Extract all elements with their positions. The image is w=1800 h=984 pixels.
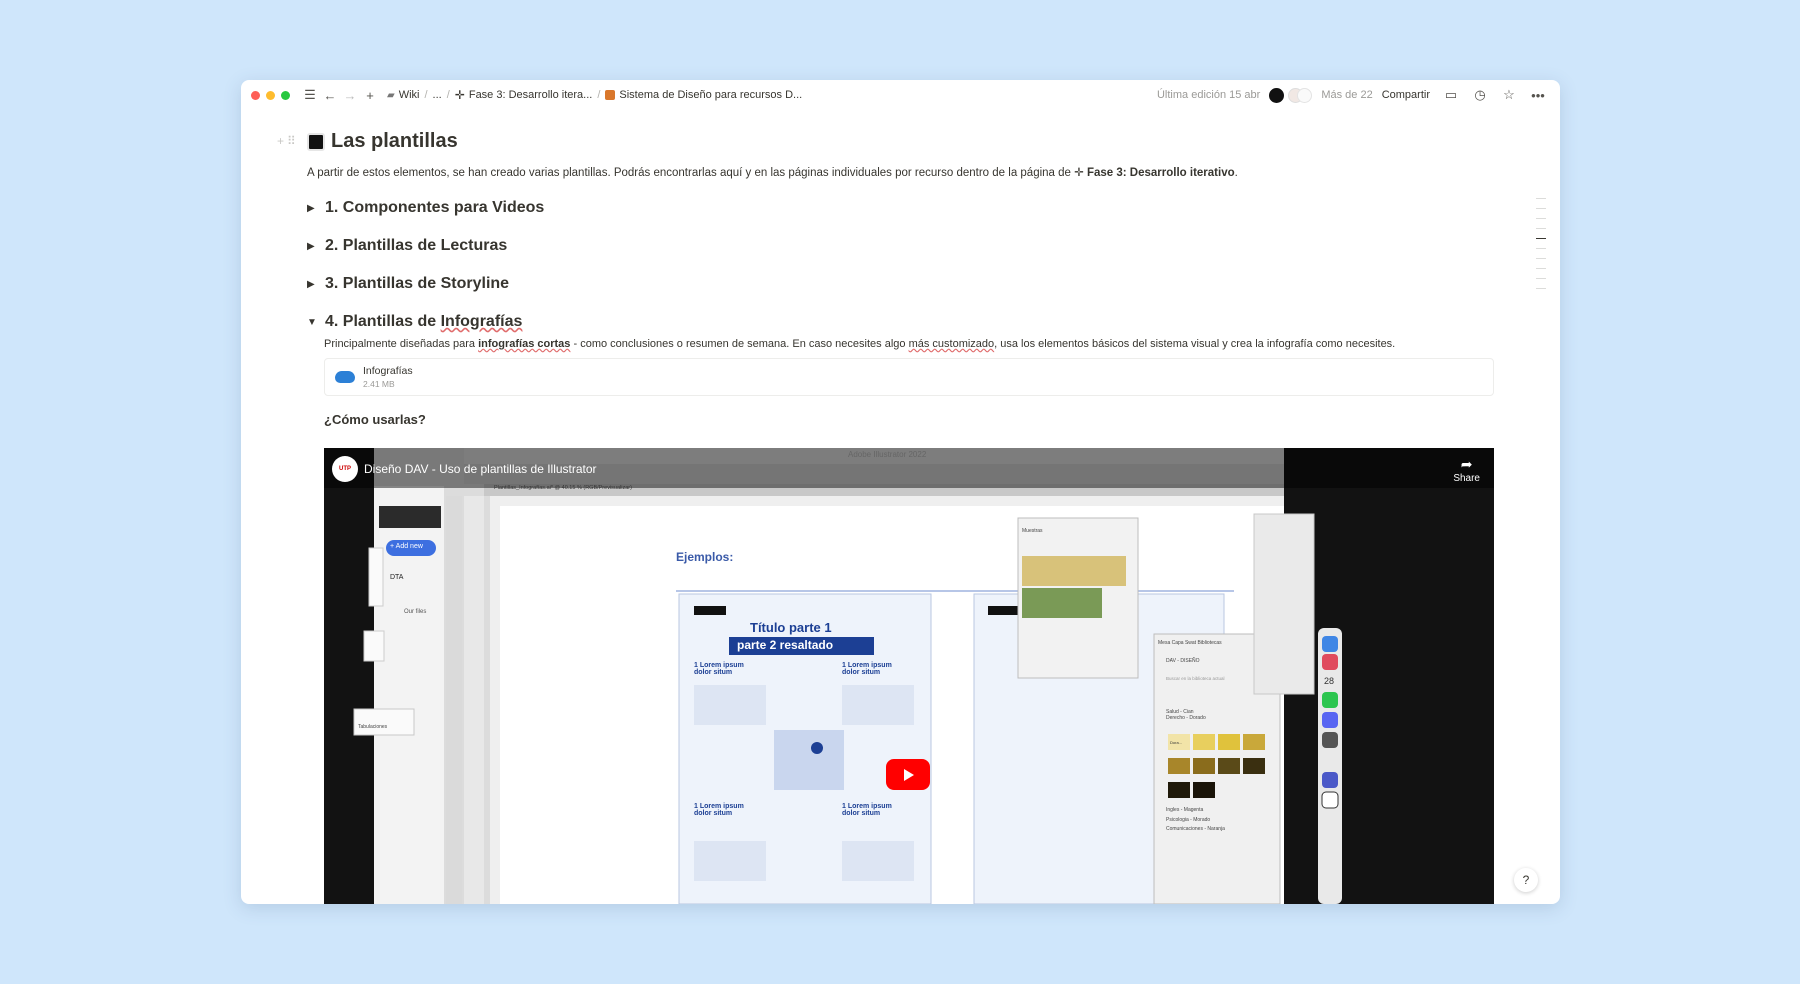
infografias-description: Principalmente diseñadas para infografía… [324, 338, 1396, 350]
last-edited-text: Última edición 15 abr [1156, 89, 1261, 101]
minimize-window-button[interactable] [266, 90, 275, 100]
muestras-label: Muestras [1022, 528, 1043, 534]
artboard-heading: Ejemplos: [676, 550, 734, 564]
heading-block: +⠿ Las plantillas [277, 130, 1507, 153]
toggle-componentes-videos[interactable]: ▶ 1. Componentes para Videos [307, 199, 1507, 217]
onedrive-cloud-icon [335, 371, 355, 383]
library-search: Buscar en la biblioteca actual [1166, 676, 1225, 681]
new-page-plus-icon[interactable]: + [362, 87, 378, 103]
share-button[interactable]: Compartir [1382, 89, 1430, 101]
file-size: 2.41 MB [363, 379, 395, 389]
more-collaborators[interactable]: Más de 22 [1321, 89, 1372, 101]
doc-tab: Plantillas_Infografías.ai* @ 40.15 % (RG… [494, 485, 632, 491]
page-emoji-icon [605, 90, 616, 100]
window-controls [251, 90, 290, 100]
avatar [1269, 87, 1285, 103]
maximize-window-button[interactable] [281, 90, 290, 100]
toggle-expanded-icon[interactable]: ▼ [307, 317, 325, 328]
comment-icon[interactable]: ▭ [1443, 87, 1459, 103]
toggle-collapsed-icon[interactable]: ▶ [307, 279, 325, 290]
intro-paragraph: A partir de estos elementos, se han crea… [307, 167, 1238, 179]
library-name: DAV - DISEÑO [1166, 658, 1200, 664]
video-title[interactable]: Diseño DAV - Uso de plantillas de Illust… [364, 462, 597, 476]
more-options-icon[interactable]: ••• [1530, 87, 1546, 103]
topbar: ☰ ← → + ▰ Wiki / ... / ✛ Fase 3: Desarro… [241, 80, 1560, 110]
help-button[interactable]: ? [1514, 868, 1538, 892]
card-title-2: parte 2 resaltado [737, 638, 834, 652]
video-frame [324, 448, 1494, 904]
libraries-tabs: Mesa Capa Swat Bibliotecas [1158, 640, 1222, 646]
lorem-heading: 1 Lorem ipsum dolor situm [694, 662, 744, 676]
breadcrumb-wiki[interactable]: ▰ Wiki [387, 89, 419, 101]
table-of-contents-minimap[interactable] [1536, 198, 1546, 298]
video-share-button[interactable]: ➦ Share [1453, 456, 1480, 484]
swatch-label: Dora... [1170, 740, 1183, 745]
toggle-plantillas-lecturas[interactable]: ▶ 2. Plantillas de Lecturas [307, 237, 1507, 255]
lorem-heading: 1 Lorem ipsum dolor situm [842, 803, 892, 817]
book-icon: ▰ [387, 89, 395, 101]
page-content: +⠿ Las plantillas A partir de estos elem… [277, 130, 1507, 427]
menu-icon[interactable]: ☰ [302, 87, 318, 103]
breadcrumb-fase3[interactable]: ✛ Fase 3: Desarrollo itera... [455, 88, 593, 102]
share-arrow-icon: ➦ [1460, 456, 1473, 472]
lorem-heading: 1 Lorem ipsum dolor situm [842, 662, 892, 676]
breadcrumb-ellipsis[interactable]: ... [433, 89, 442, 101]
black-square-icon [307, 132, 325, 151]
library-groups-more: Ingles - Magenta Psicologia - Morado Com… [1166, 807, 1225, 832]
topbar-actions: Última edición 15 abr Más de 22 Comparti… [1157, 80, 1546, 110]
breadcrumb-sistema-diseno[interactable]: Sistema de Diseño para recursos D... [605, 89, 802, 101]
file-name: Infografías [363, 365, 413, 377]
how-to-use-heading: ¿Cómo usarlas? [324, 412, 426, 427]
back-arrow-icon[interactable]: ← [322, 87, 338, 103]
card-title-1: Título parte 1 [750, 620, 832, 635]
file-attachment[interactable]: Infografías 2.41 MB [324, 358, 1494, 396]
library-groups: Salud - Cian Derecho - Dorado [1166, 709, 1206, 721]
sparkle-icon: ✛ [454, 88, 465, 102]
history-clock-icon[interactable]: ◷ [1472, 87, 1488, 103]
collaborator-avatars[interactable] [1269, 87, 1313, 103]
app-title: Adobe Illustrator 2022 [848, 450, 927, 459]
calendar-day: 28 [1324, 676, 1335, 686]
dta-label: DTA [390, 574, 404, 581]
sparkle-icon: ✛ [1074, 167, 1084, 179]
our-files-label: Our files [404, 609, 427, 615]
breadcrumb: ▰ Wiki / ... / ✛ Fase 3: Desarrollo iter… [387, 88, 803, 102]
lorem-heading: 1 Lorem ipsum dolor situm [694, 803, 744, 817]
forward-arrow-icon[interactable]: → [342, 87, 358, 103]
video-play-button[interactable] [886, 759, 930, 790]
toggle-plantillas-infografias[interactable]: ▼ 4. Plantillas de Infografías [307, 313, 1507, 331]
tabulaciones-label: Tabulaciones [358, 724, 388, 730]
toggle-collapsed-icon[interactable]: ▶ [307, 203, 325, 214]
block-drag-handle-icon[interactable]: +⠿ [277, 134, 299, 148]
toggle-plantillas-storyline[interactable]: ▶ 3. Plantillas de Storyline [307, 275, 1507, 293]
add-new-button: + Add new [390, 543, 423, 550]
toggle-collapsed-icon[interactable]: ▶ [307, 241, 325, 252]
page-section-title: Las plantillas [331, 130, 458, 152]
avatar [1297, 87, 1313, 103]
star-icon[interactable]: ☆ [1501, 87, 1517, 103]
channel-logo[interactable]: UTP [332, 456, 358, 482]
app-window: ☰ ← → + ▰ Wiki / ... / ✛ Fase 3: Desarro… [241, 80, 1560, 904]
fase3-page-link[interactable]: Fase 3: Desarrollo iterativo [1087, 167, 1235, 179]
play-icon [904, 768, 914, 781]
video-embed[interactable]: UTP Diseño DAV - Uso de plantillas de Il… [324, 448, 1494, 904]
close-window-button[interactable] [251, 90, 260, 100]
